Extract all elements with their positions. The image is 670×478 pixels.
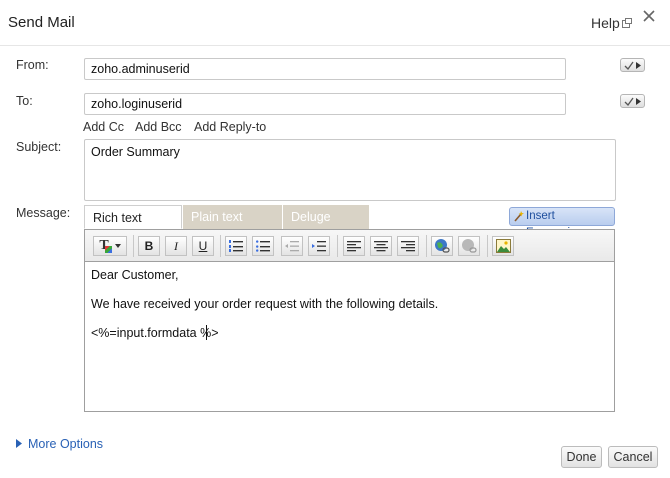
font-color-button[interactable]: T [93, 236, 127, 256]
italic-button[interactable]: I [165, 236, 187, 256]
outdent-button[interactable] [281, 236, 303, 256]
indent-button[interactable] [308, 236, 330, 256]
globe-link-icon [435, 239, 450, 253]
tab-plain-text-mode[interactable]: Plain text mode [183, 205, 282, 248]
align-left-button[interactable] [343, 236, 365, 256]
to-field-picker-button[interactable] [620, 94, 645, 108]
to-label: To: [16, 94, 33, 108]
from-field-picker-button[interactable] [620, 58, 645, 72]
outdent-icon [285, 241, 299, 252]
message-line-formdata: <%=input.formdata %> [91, 326, 219, 340]
chevron-down-icon [114, 244, 121, 248]
field-list-icon [624, 61, 634, 70]
close-icon[interactable] [640, 7, 658, 25]
external-window-icon[interactable] [622, 18, 632, 28]
toolbar-separator [133, 235, 134, 257]
more-options-link[interactable]: More Options [16, 437, 103, 451]
underline-button[interactable]: U [192, 236, 214, 256]
from-label: From: [16, 58, 49, 72]
remove-link-button[interactable] [458, 236, 480, 256]
indent-icon [312, 241, 326, 252]
subject-label: Subject: [16, 140, 62, 154]
done-button[interactable]: Done [561, 446, 602, 468]
cancel-button[interactable]: Cancel [608, 446, 658, 468]
align-center-button[interactable] [370, 236, 392, 256]
dialog-header [0, 0, 670, 46]
arrow-right-icon [636, 97, 641, 105]
align-right-icon [401, 240, 415, 251]
toolbar-separator [337, 235, 338, 257]
toolbar-separator [426, 235, 427, 257]
message-label: Message: [16, 206, 71, 220]
align-left-icon [347, 240, 361, 251]
to-input[interactable]: zoho.loginuserid [84, 93, 566, 115]
align-right-button[interactable] [397, 236, 419, 256]
ordered-list-icon [229, 240, 243, 252]
add-cc-link[interactable]: Add Cc [83, 120, 124, 134]
unordered-list-button[interactable] [252, 236, 274, 256]
tab-deluge-mode[interactable]: Deluge Mode [283, 205, 369, 248]
from-value: zoho.adminuserid [91, 62, 190, 76]
editor-toolbar: T B I U [85, 230, 614, 262]
image-icon [495, 239, 511, 253]
globe-unlink-icon [462, 239, 477, 253]
toolbar-separator [487, 235, 488, 257]
magic-wand-icon [514, 211, 524, 222]
subject-value: Order Summary [91, 145, 180, 159]
align-center-icon [374, 240, 388, 251]
field-list-icon [624, 97, 634, 106]
dialog-title: Send Mail [8, 14, 75, 31]
add-bcc-link[interactable]: Add Bcc [135, 120, 182, 134]
message-editor[interactable]: T B I U Dear Customer, We have received … [84, 229, 615, 412]
add-reply-to-link[interactable]: Add Reply-to [194, 120, 266, 134]
font-color-icon: T [99, 238, 113, 254]
subject-textarea[interactable]: Order Summary [84, 139, 616, 201]
text-cursor [206, 325, 207, 340]
to-value: zoho.loginuserid [91, 97, 183, 111]
bold-button[interactable]: B [138, 236, 160, 256]
ordered-list-button[interactable] [225, 236, 247, 256]
insert-link-button[interactable] [431, 236, 453, 256]
tab-rich-text-mode[interactable]: Rich text mode [84, 205, 182, 249]
unordered-list-icon [256, 240, 270, 252]
help-link[interactable]: Help [591, 15, 620, 31]
message-line-details: We have received your order request with… [91, 297, 439, 311]
arrow-right-icon [636, 61, 641, 69]
message-line-greeting: Dear Customer, [91, 268, 179, 282]
toolbar-separator [220, 235, 221, 257]
insert-expression-button[interactable]: Insert Expression [509, 207, 615, 239]
from-input[interactable]: zoho.adminuserid [84, 58, 566, 80]
insert-image-button[interactable] [492, 236, 514, 256]
triangle-right-icon [16, 439, 22, 448]
